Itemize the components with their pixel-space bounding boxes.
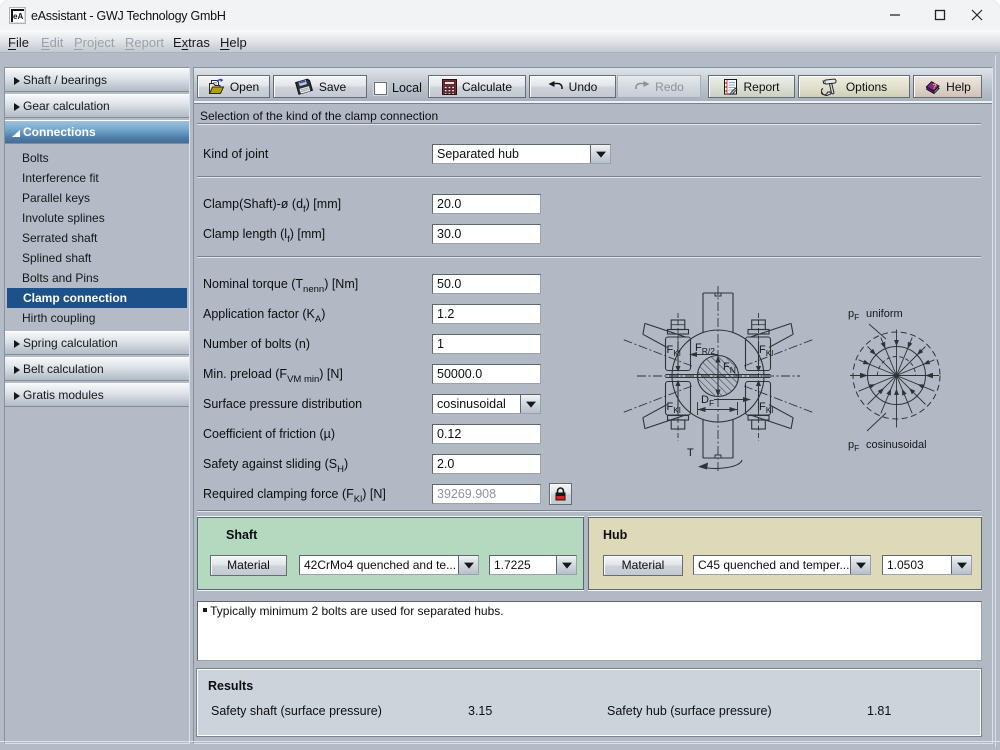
svg-text:cosinusoidal: cosinusoidal: [866, 439, 927, 451]
svg-text:pF: pF: [848, 308, 859, 322]
svg-text:FKl: FKl: [667, 401, 681, 415]
svg-text:FKl: FKl: [759, 401, 773, 415]
svg-text:FR/2: FR/2: [695, 342, 715, 356]
svg-text:FKl: FKl: [667, 344, 681, 358]
svg-text:T: T: [687, 447, 694, 459]
svg-text:pF: pF: [848, 439, 859, 453]
svg-text:uniform: uniform: [866, 308, 903, 320]
